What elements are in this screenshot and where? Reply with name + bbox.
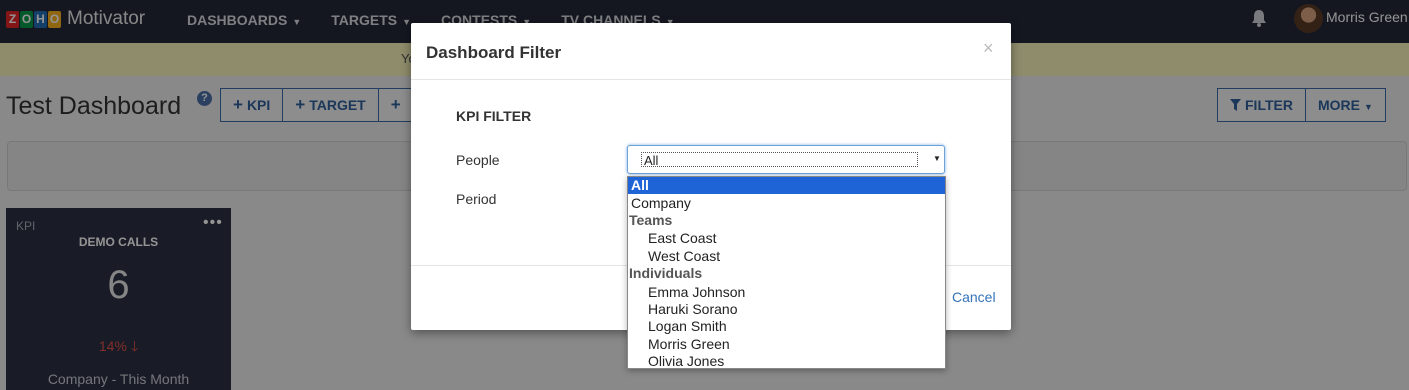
people-options-list: All Company Teams East Coast West Coast …	[627, 176, 946, 369]
dropdown-arrow-icon: ▼	[933, 154, 941, 163]
people-label: People	[456, 152, 500, 168]
option-east-coast[interactable]: East Coast	[628, 230, 945, 247]
people-select-value: All	[641, 152, 918, 168]
option-morris-green[interactable]: Morris Green	[628, 336, 945, 353]
option-west-coast[interactable]: West Coast	[628, 248, 945, 265]
optgroup-individuals: Individuals	[629, 265, 703, 281]
option-emma-johnson[interactable]: Emma Johnson	[628, 284, 945, 301]
option-company[interactable]: Company	[628, 195, 945, 212]
dialog-title: Dashboard Filter	[426, 43, 562, 62]
people-select[interactable]: All ▼	[627, 145, 945, 174]
cancel-button[interactable]: Cancel	[952, 289, 996, 305]
close-icon[interactable]: ×	[983, 38, 994, 59]
section-title: KPI FILTER	[456, 108, 532, 124]
optgroup-teams: Teams	[629, 212, 673, 228]
option-logan-smith[interactable]: Logan Smith	[628, 318, 945, 335]
dialog-header: Dashboard Filter ×	[411, 23, 1011, 80]
option-haruki-sorano[interactable]: Haruki Sorano	[628, 301, 945, 318]
option-all[interactable]: All	[628, 177, 945, 194]
option-olivia-jones[interactable]: Olivia Jones	[628, 353, 945, 370]
period-label: Period	[456, 191, 497, 207]
